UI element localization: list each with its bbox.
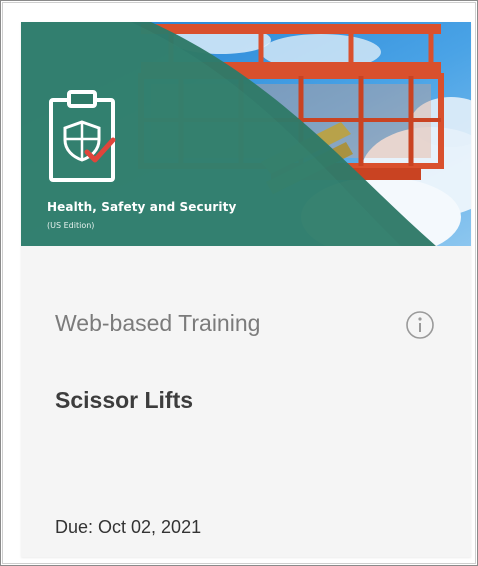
badge-title: Health, Safety and Security [47,200,237,214]
course-title[interactable]: Scissor Lifts [55,387,193,414]
info-icon[interactable] [405,310,435,340]
due-date: Due: Oct 02, 2021 [55,517,202,537]
course-thumbnail: Health, Safety and Security (US Edition) [21,22,471,246]
course-card[interactable]: Health, Safety and Security (US Edition)… [21,22,471,557]
card-content: Web-based Training Scissor Lifts Due: Oc… [21,246,471,557]
window-frame: Health, Safety and Security (US Edition)… [0,0,478,566]
training-type-label: Web-based Training [55,310,261,336]
badge-subtitle: (US Edition) [47,221,95,230]
